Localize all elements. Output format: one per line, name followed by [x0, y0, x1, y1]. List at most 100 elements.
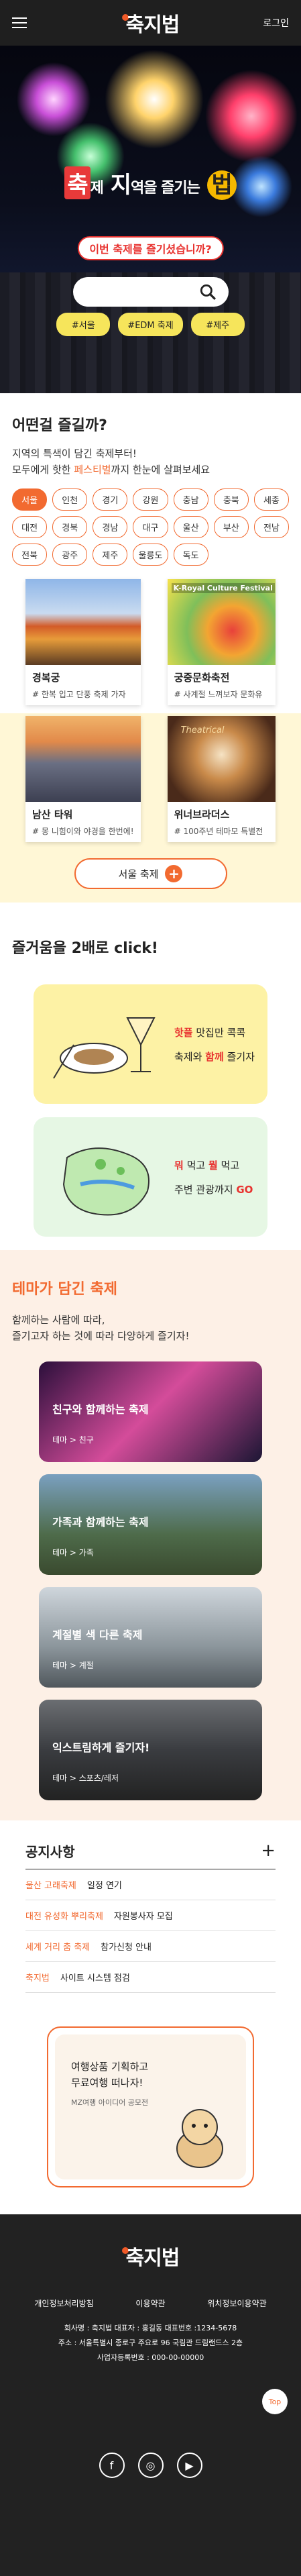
festival-image — [25, 716, 141, 802]
card-title: 경복궁 — [32, 672, 60, 684]
notice-category: 대전 유성화 뿌리축제 — [25, 1912, 103, 1922]
theme-card-title: 친구와 함께하는 축제 — [52, 1403, 149, 1416]
food-illustration — [53, 1017, 156, 1079]
banner-line: 뭐 먹고 뭘 먹고 — [174, 1153, 253, 1178]
company-info: 회사명 : 축지법 대표자 : 홍길동 대표번호 :1234-5678 주소 :… — [13, 2321, 288, 2365]
region-chip[interactable]: 울산 — [173, 516, 208, 538]
desc-highlight: 페스티벌 — [74, 464, 111, 476]
theme-card[interactable]: 친구와 함께하는 축제 테마 > 친구 — [39, 1361, 262, 1462]
region-chip[interactable]: 경기 — [93, 488, 128, 511]
region-chip[interactable]: 부산 — [213, 516, 249, 538]
notice-category: 울산 고래축제 — [25, 1881, 76, 1891]
region-chip[interactable]: 대구 — [133, 516, 168, 538]
notice-header: 공지사항 + — [25, 1841, 276, 1869]
top-label: Top — [268, 2397, 282, 2406]
notice-item[interactable]: 대전 유성화 뿌리축제 자원봉사자 모집 — [25, 1900, 276, 1931]
notice-section: 공지사항 + 울산 고래축제 일정 연기 대전 유성화 뿌리축제 자원봉사자 모집 세… — [0, 1820, 301, 2013]
food-banner[interactable]: 핫플 맛집만 콕콕 축제와 함께 즐기자 — [34, 984, 267, 1104]
logo-text: 축지법 — [125, 13, 180, 37]
footer-logo[interactable]: 축지법 — [13, 2241, 288, 2271]
hero-title-c: 지 — [110, 172, 131, 199]
footer-link[interactable]: 위치정보이용약관 — [207, 2298, 266, 2309]
region-chip[interactable]: 세종 — [253, 488, 289, 511]
theme-desc-line: 함께하는 사람에 따라, — [12, 1314, 105, 1326]
region-chip[interactable]: 경북 — [52, 516, 88, 538]
hl: 뭘 — [208, 1160, 218, 1172]
festival-card[interactable]: 남산 타워 # 몽 니힘이와 야경을 한번에! — [25, 716, 141, 842]
more-festivals-button[interactable]: 서울 축제 + — [74, 858, 227, 889]
region-chip[interactable]: 서울 — [12, 488, 48, 511]
theme-card[interactable]: 익스트림하게 즐기자! 테마 > 스포츠/레저 — [39, 1700, 262, 1800]
promo-line: 무료여행 떠나자! — [71, 2077, 143, 2089]
region-chip[interactable]: 울릉도 — [133, 544, 168, 566]
festival-image — [25, 579, 141, 665]
region-chip[interactable]: 충남 — [173, 488, 208, 511]
promo-inner: 여행상품 기획하고 무료여행 떠나자! MZ여행 아이디어 공모전 — [55, 2034, 246, 2179]
facebook-icon[interactable]: f — [99, 2453, 125, 2478]
login-link[interactable]: 로그인 — [263, 16, 289, 30]
theme-card-sub: 테마 > 스포츠/레저 — [52, 1773, 119, 1783]
promo-line: 여행상품 기획하고 — [71, 2061, 149, 2073]
notice-item[interactable]: 축지법 사이트 시스템 점검 — [25, 1962, 276, 1993]
plus-icon: + — [165, 865, 183, 882]
footer: 축지법 개인정보처리방침 이용약관 위치정보이용약관 회사명 : 축지법 대표자… — [0, 2214, 301, 2576]
card-title: 남산 타워 — [32, 809, 73, 821]
txt: 먹고 — [217, 1160, 240, 1172]
notice-category: 세계 거리 춤 축제 — [25, 1943, 91, 1953]
instagram-icon[interactable]: ◎ — [137, 2453, 164, 2478]
festival-image: Theatrical — [167, 716, 276, 802]
promo-banner[interactable]: 여행상품 기획하고 무료여행 떠나자! MZ여행 아이디어 공모전 — [47, 2026, 254, 2187]
region-chip[interactable]: 대전 — [12, 516, 48, 538]
region-chip[interactable]: 경남 — [93, 516, 128, 538]
card-title: 궁중문화축전 — [174, 672, 230, 684]
theme-title: 테마가 담긴 축제 — [12, 1281, 117, 1298]
logo-text: 축지법 — [125, 2247, 180, 2270]
section-desc: 지역의 특색이 담긴 축제부터! 모두에게 핫한 페스티벌까지 한눈에 살펴보세… — [12, 446, 289, 478]
search-input[interactable] — [72, 277, 229, 307]
section-desc-line: 모두에게 핫한 페스티벌까지 한눈에 살펴보세요 — [12, 462, 289, 478]
scroll-top-button[interactable]: Top — [262, 2389, 288, 2414]
region-chip[interactable]: 독도 — [173, 544, 208, 566]
region-chip[interactable]: 충북 — [213, 488, 249, 511]
festival-card[interactable]: K-Royal Culture Festival 궁중문화축전 # 사계절 느껴보… — [167, 579, 276, 705]
plus-icon[interactable]: + — [261, 1841, 276, 1861]
hero-title-a: 축 — [64, 166, 91, 199]
theme-card[interactable]: 계절별 색 다른 축제 테마 > 계절 — [39, 1587, 262, 1688]
region-chip[interactable]: 전남 — [253, 516, 289, 538]
hero-tag[interactable]: #EDM 축제 — [118, 313, 183, 336]
festival-section: 어떤걸 즐길까? 지역의 특색이 담긴 축제부터! 모두에게 핫한 페스티벌까지… — [0, 393, 301, 903]
theme-section: 테마가 담긴 축제 함께하는 사람에 따라, 즐기고자 하는 것에 따라 다양하게… — [0, 1250, 301, 1820]
txt: 맛집만 콕콕 — [192, 1027, 246, 1039]
hero-tag[interactable]: #제주 — [190, 313, 245, 336]
region-chip[interactable]: 강원 — [133, 488, 168, 511]
hero-banner: 축제 지역을 즐기는 법 이번 축제를 즐기셨습니까? #서울 #EDM 축제 … — [0, 46, 301, 393]
txt: 주변 관광까지 — [174, 1184, 237, 1196]
region-chip[interactable]: 인천 — [52, 488, 88, 511]
section-desc-line: 지역의 특색이 담긴 축제부터! — [12, 448, 137, 460]
youtube-icon[interactable]: ▶ — [176, 2453, 202, 2478]
click-section: 즐거움을 2배로 click! 핫플 맛집만 콕콕 축제와 함께 즐기자 뭐 먹고… — [0, 903, 301, 1250]
hl: 핫플 — [174, 1027, 193, 1039]
footer-link[interactable]: 이용약관 — [135, 2298, 165, 2309]
info-line: 회사명 : 축지법 대표자 : 홍길동 대표번호 :1234-5678 — [64, 2324, 237, 2332]
region-chip[interactable]: 전북 — [12, 544, 48, 566]
more-label: 서울 축제 — [118, 868, 159, 880]
tour-banner[interactable]: 뭐 먹고 뭘 먹고 주변 관광까지 GO — [34, 1117, 267, 1237]
search-icon[interactable] — [199, 283, 217, 301]
banner-line: 주변 관광까지 GO — [174, 1178, 253, 1202]
region-chip[interactable]: 광주 — [52, 544, 88, 566]
region-chip[interactable]: 제주 — [93, 544, 128, 566]
menu-icon[interactable] — [12, 17, 27, 28]
section-title: 즐거움을 2배로 click! — [12, 940, 158, 957]
theme-desc-line: 즐기고자 하는 것에 따라 다양하게 즐기자! — [12, 1330, 190, 1342]
hero-subtitle: 이번 축제를 즐기셨습니까? — [77, 236, 224, 260]
festival-card[interactable]: 경복궁 # 한복 입고 단풍 축제 가자 — [25, 579, 141, 705]
notice-title: 공지사항 — [25, 1843, 75, 1860]
logo[interactable]: 축지법 — [121, 8, 180, 38]
hero-tag[interactable]: #서울 — [56, 313, 111, 336]
notice-item[interactable]: 울산 고래축제 일정 연기 — [25, 1869, 276, 1900]
footer-link[interactable]: 개인정보처리방침 — [34, 2298, 93, 2309]
notice-item[interactable]: 세계 거리 춤 축제 참가신청 안내 — [25, 1931, 276, 1962]
theme-card[interactable]: 가족과 함께하는 축제 테마 > 가족 — [39, 1474, 262, 1575]
festival-card[interactable]: Theatrical 위너브라더스 # 100주년 테마모 특별전 — [167, 716, 276, 842]
